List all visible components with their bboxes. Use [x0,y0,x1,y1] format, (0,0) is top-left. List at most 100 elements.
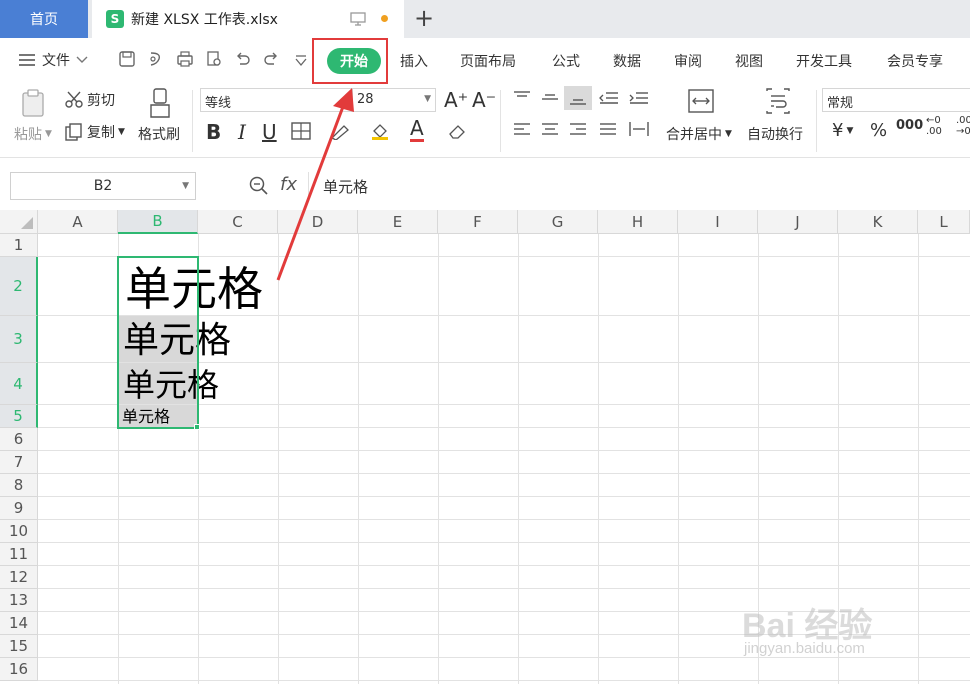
column-header-h[interactable]: H [598,210,678,234]
thousands-separator-icon[interactable]: 000 [896,118,923,133]
wrap-text-button[interactable]: 自动换行 [747,124,803,144]
name-box[interactable]: B2 ▼ [10,172,196,200]
align-bottom-icon[interactable] [568,90,588,106]
zoom-icon[interactable] [248,175,268,195]
new-tab-plus-icon[interactable]: + [414,4,434,32]
row-header-2[interactable]: 2 [0,257,38,316]
font-size-select[interactable]: 28 ▼ [352,88,436,112]
copy-button[interactable]: 复制 ▼ [64,122,125,142]
font-name-select[interactable]: 等线 [200,88,352,112]
column-header-j[interactable]: J [758,210,838,234]
row-header-16[interactable]: 16 [0,658,38,681]
column-header-l[interactable]: L [918,210,970,234]
row-header-11[interactable]: 11 [0,543,38,566]
row-header-9[interactable]: 9 [0,497,38,520]
row-header-12[interactable]: 12 [0,566,38,589]
currency-icon[interactable]: ¥ ▼ [832,120,853,141]
column-header-i[interactable]: I [678,210,758,234]
chevron-down-icon: ▼ [118,127,125,137]
fill-color-icon[interactable] [370,122,392,140]
column-header-a[interactable]: A [38,210,118,234]
row-header-6[interactable]: 6 [0,428,38,451]
menu-bar: 文件 开始 插入 页面布局 公式 数据 审阅 视图 开发工具 会员专享 [0,38,970,82]
align-top-icon[interactable] [512,90,532,106]
file-menu[interactable]: 文件 [18,50,88,70]
column-header-b[interactable]: B [118,210,198,234]
fill-handle[interactable] [194,424,200,430]
format-painter-button[interactable]: 格式刷 [138,124,180,144]
row-header-10[interactable]: 10 [0,520,38,543]
print-icon[interactable] [176,50,194,68]
gridline [38,588,970,589]
column-header-f[interactable]: F [438,210,518,234]
row-header-1[interactable]: 1 [0,234,38,257]
export-icon[interactable] [147,50,165,68]
monitor-icon[interactable] [350,12,366,26]
increase-indent-icon[interactable] [628,90,650,106]
eraser-icon[interactable] [448,122,470,140]
border-icon[interactable] [291,122,311,140]
bold-icon[interactable]: B [206,120,221,144]
tab-developer[interactable]: 开发工具 [796,51,852,71]
tab-review[interactable]: 审阅 [674,51,702,71]
align-middle-icon[interactable] [540,90,560,106]
row-header-4[interactable]: 4 [0,363,38,405]
formula-input[interactable]: 单元格 [308,172,970,200]
column-header-k[interactable]: K [838,210,918,234]
tab-document[interactable]: S 新建 XLSX 工作表.xlsx [92,0,404,38]
annotation-highlight-box [312,38,388,84]
paste-icon[interactable] [20,88,48,118]
row-header-13[interactable]: 13 [0,589,38,612]
tab-data[interactable]: 数据 [613,51,641,71]
column-header-e[interactable]: E [358,210,438,234]
decrease-font-icon[interactable]: A⁻ [472,88,496,112]
watermark-url: jingyan.baidu.com [744,640,865,657]
number-format-select[interactable]: 常规 [822,88,970,112]
format-painter-icon[interactable] [148,87,172,119]
print-preview-icon[interactable] [205,50,223,68]
quick-access-dropdown-icon[interactable] [294,55,308,67]
undo-icon[interactable] [234,50,252,68]
tab-insert[interactable]: 插入 [400,51,428,71]
align-right-icon[interactable] [568,122,588,138]
row-header-14[interactable]: 14 [0,612,38,635]
tab-formulas[interactable]: 公式 [552,51,580,71]
increase-font-icon[interactable]: A⁺ [444,88,468,112]
tab-member[interactable]: 会员专享 [887,51,943,71]
ribbon-divider [192,90,193,152]
align-left-icon[interactable] [512,122,532,138]
merge-center-button[interactable]: 合并居中 ▼ [666,124,732,144]
column-header-c[interactable]: C [198,210,278,234]
font-size-value: 28 [357,92,374,107]
tab-view[interactable]: 视图 [735,51,763,71]
row-header-8[interactable]: 8 [0,474,38,497]
decrease-decimal-icon[interactable]: .00 →0 [956,115,970,137]
fx-icon[interactable]: fx [280,174,297,195]
percent-icon[interactable]: % [870,120,887,141]
align-center-icon[interactable] [540,122,560,138]
decrease-indent-icon[interactable] [598,90,620,106]
column-header-g[interactable]: G [518,210,598,234]
italic-icon[interactable]: I [238,120,246,144]
cut-button[interactable]: 剪切 [64,90,115,110]
redo-icon[interactable] [262,50,280,68]
distributed-align-icon[interactable] [628,120,650,138]
fill-style-icon[interactable] [330,122,350,140]
save-icon[interactable] [118,50,136,68]
paste-button[interactable]: 粘贴 ▼ [14,124,52,144]
column-header-d[interactable]: D [278,210,358,234]
tab-page-layout[interactable]: 页面布局 [460,51,516,71]
font-color-icon[interactable]: A [410,118,424,142]
underline-icon[interactable]: U [262,120,277,144]
row-header-5[interactable]: 5 [0,405,38,428]
justify-icon[interactable] [598,122,618,138]
copy-icon [65,123,82,141]
row-header-7[interactable]: 7 [0,451,38,474]
increase-decimal-icon[interactable]: ←0.00 [926,115,942,137]
row-header-3[interactable]: 3 [0,316,38,363]
formula-tools: fx [248,174,297,195]
tab-home[interactable]: 首页 [0,0,88,38]
select-all-corner[interactable] [0,210,38,234]
gridline [38,680,970,681]
row-header-15[interactable]: 15 [0,635,38,658]
